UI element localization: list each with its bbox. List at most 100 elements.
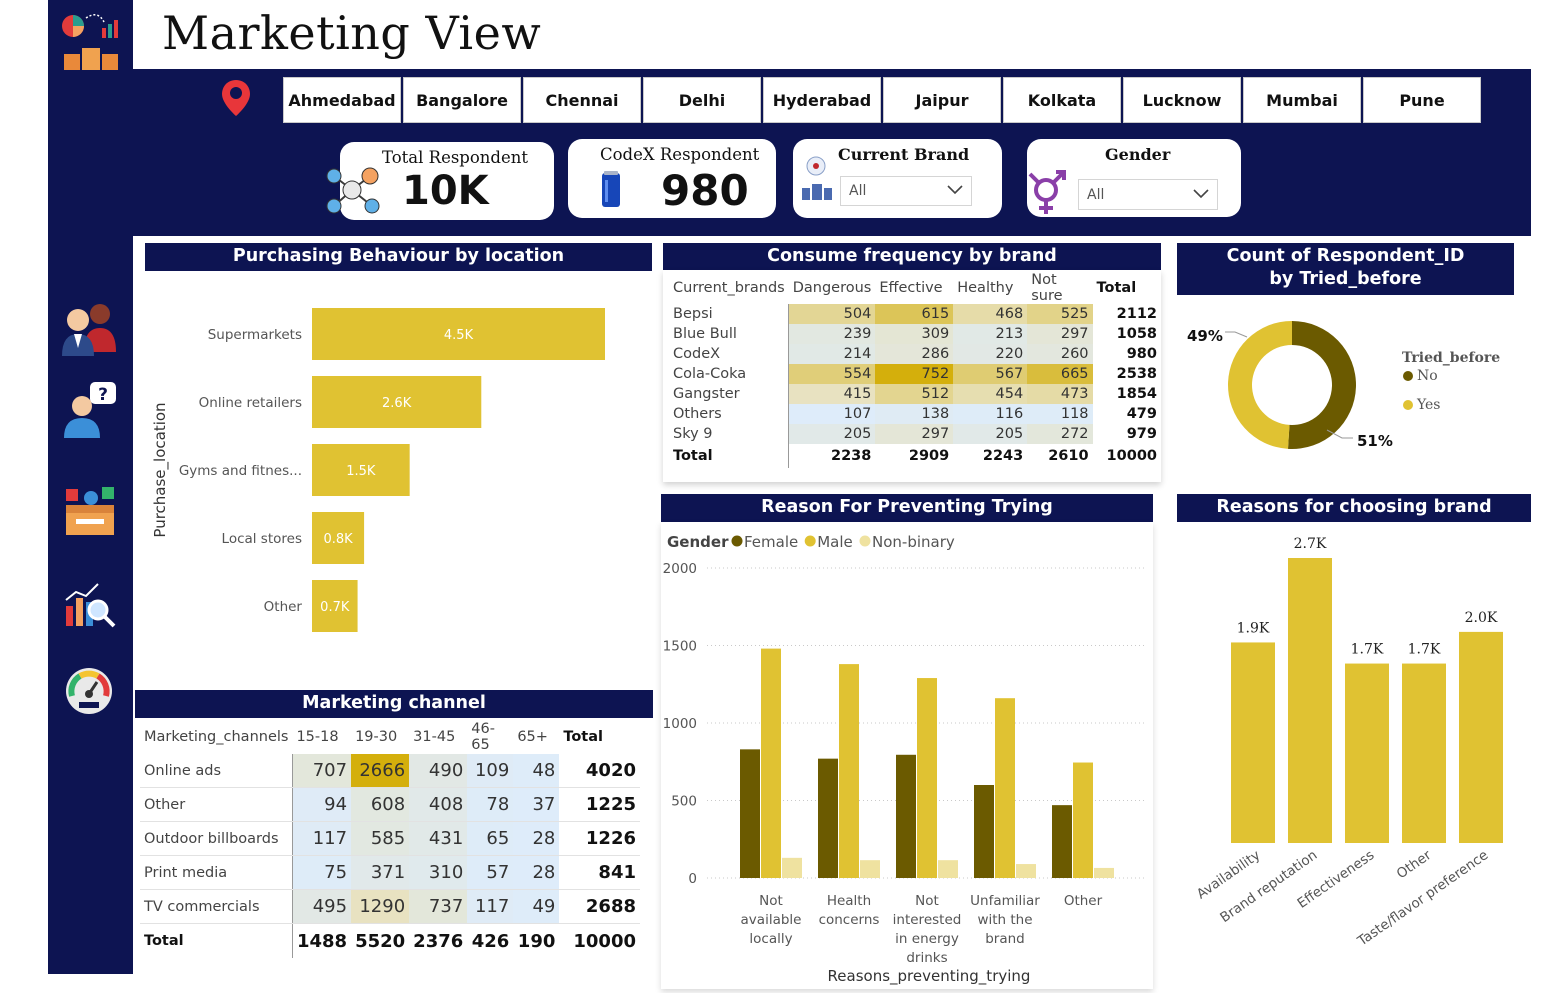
- legend-marker: [731, 535, 743, 547]
- table-header-row: Marketing_channels 15-18 19-30 31-45 46-65 65…: [140, 720, 640, 754]
- table-total-row: Total 2238 2909 2243 2610 10000: [669, 444, 1161, 468]
- table-cell: 37: [513, 787, 560, 822]
- gender-symbol-icon: [1026, 170, 1070, 218]
- choosing-bar[interactable]: [1288, 558, 1332, 843]
- table-row[interactable]: CodeX 214 286 220 260 980: [669, 344, 1161, 364]
- table-cell: 468: [953, 304, 1028, 324]
- city-button-mumbai[interactable]: Mumbai: [1243, 77, 1361, 123]
- table-row[interactable]: Online ads 707 2666 490 109 48 4020: [140, 754, 640, 788]
- chevron-down-icon: [1193, 187, 1209, 203]
- city-button-pune[interactable]: Pune: [1363, 77, 1481, 123]
- preventing-bar[interactable]: [938, 860, 958, 878]
- purchasing-category-label: Online retailers: [199, 395, 302, 411]
- legend-marker: [804, 535, 816, 547]
- choosing-bar[interactable]: [1402, 663, 1446, 843]
- donut-slice-yes[interactable]: [1228, 321, 1292, 449]
- donut-slice-no[interactable]: [1287, 321, 1356, 449]
- y-tick-label: 1500: [663, 639, 697, 655]
- choosing-bar[interactable]: [1459, 631, 1503, 843]
- table-header-cell[interactable]: Healthy: [953, 272, 1027, 304]
- purchasing-data-label: 0.8K: [323, 532, 353, 547]
- legend-marker: [859, 535, 871, 547]
- preventing-bar[interactable]: [761, 648, 781, 878]
- table-cell: 585: [351, 821, 410, 856]
- table-row[interactable]: Other 94 608 408 78 37 1225: [140, 787, 640, 822]
- total-respondent-label: Total Respondent: [382, 148, 529, 167]
- table-cell: 737: [409, 889, 468, 924]
- table-header-cell[interactable]: Dangerous: [789, 272, 876, 304]
- nav-voting-box-icon[interactable]: [62, 485, 118, 539]
- legend-marker: [1403, 400, 1413, 410]
- table-row[interactable]: Print media 75 371 310 57 28 841: [140, 855, 640, 890]
- purchasing-category-label: Supermarkets: [208, 327, 302, 343]
- preventing-bar[interactable]: [1073, 762, 1093, 878]
- table-header-cell[interactable]: Current_brands: [669, 272, 789, 304]
- gender-dropdown[interactable]: All: [1078, 179, 1218, 210]
- table-row[interactable]: Blue Bull 239 309 213 297 1058: [669, 324, 1161, 344]
- preventing-bar[interactable]: [818, 758, 838, 878]
- table-row[interactable]: TV commercials 495 1290 737 117 49 2688: [140, 889, 640, 924]
- preventing-bar[interactable]: [995, 698, 1015, 878]
- page-title: Marketing View: [162, 6, 542, 60]
- table-row[interactable]: Outdoor billboards 117 585 431 65 28 1226: [140, 821, 640, 856]
- preventing-legend-item: Female: [744, 533, 798, 551]
- table-header-cell[interactable]: Not sure: [1027, 272, 1092, 304]
- table-cell: 1058: [1116, 326, 1157, 342]
- city-button-delhi[interactable]: Delhi: [643, 77, 761, 123]
- preventing-bar[interactable]: [1052, 805, 1072, 878]
- table-header-cell[interactable]: Total: [1093, 272, 1161, 304]
- choosing-bar[interactable]: [1345, 663, 1389, 843]
- table-header-cell[interactable]: 65+: [513, 720, 559, 754]
- table-row[interactable]: Gangster 415 512 454 473 1854: [669, 384, 1161, 404]
- city-button-jaipur[interactable]: Jaipur: [883, 77, 1001, 123]
- nav-gauge-icon[interactable]: [64, 666, 114, 716]
- table-cell: 980: [1126, 346, 1157, 362]
- table-header-cell[interactable]: Effective: [875, 272, 953, 304]
- nav-people-icon[interactable]: [60, 300, 120, 358]
- current-brand-dropdown[interactable]: All: [840, 176, 972, 206]
- table-row[interactable]: Bepsi 504 615 468 525 2112: [669, 304, 1161, 324]
- table-cell: 116: [953, 404, 1028, 424]
- choosing-bar[interactable]: [1231, 642, 1275, 843]
- city-button-ahmedabad[interactable]: Ahmedabad: [283, 77, 401, 123]
- city-button-lucknow[interactable]: Lucknow: [1123, 77, 1241, 123]
- table-row[interactable]: Others 107 138 116 118 479: [669, 404, 1161, 424]
- y-tick-label: 0: [688, 871, 697, 887]
- total-cell: 2376: [413, 930, 464, 952]
- table-header-cell[interactable]: 31-45: [409, 720, 467, 754]
- preventing-bar[interactable]: [839, 664, 859, 878]
- table-cell: 214: [788, 344, 876, 364]
- table-cell: 310: [409, 855, 468, 890]
- table-header-cell[interactable]: Total: [559, 720, 640, 754]
- table-cell: 138: [875, 404, 954, 424]
- preventing-bar[interactable]: [896, 754, 916, 878]
- preventing-bar[interactable]: [917, 678, 937, 878]
- city-button-kolkata[interactable]: Kolkata: [1003, 77, 1121, 123]
- table-cell: 2538: [1116, 366, 1157, 382]
- preventing-bar[interactable]: [782, 857, 802, 878]
- table-cell: 415: [788, 384, 876, 404]
- nav-analytics-icon[interactable]: [62, 580, 118, 630]
- donut-label-yes: 49%: [1187, 327, 1223, 345]
- marketing-table: Marketing_channels 15-18 19-30 31-45 46-65 65…: [140, 720, 640, 958]
- preventing-bar[interactable]: [1016, 864, 1036, 878]
- city-button-bangalore[interactable]: Bangalore: [403, 77, 521, 123]
- table-cell: 48: [513, 754, 560, 788]
- city-button-chennai[interactable]: Chennai: [523, 77, 641, 123]
- nav-question-person-icon[interactable]: ?: [60, 380, 120, 440]
- consume-table-wrap: Current_brands Dangerous Effective Healthy N…: [663, 270, 1161, 482]
- preventing-bar[interactable]: [1094, 867, 1114, 878]
- total-cell: 426: [471, 930, 510, 952]
- x-category-label: concerns: [819, 912, 880, 928]
- table-header-cell[interactable]: 19-30: [351, 720, 409, 754]
- preventing-bar[interactable]: [860, 860, 880, 878]
- table-header-cell[interactable]: 46-65: [467, 720, 513, 754]
- table-header-cell[interactable]: Marketing_channels: [140, 720, 292, 754]
- table-header-cell[interactable]: 15-18: [292, 720, 351, 754]
- table-row[interactable]: Cola-Coka 554 752 567 665 2538: [669, 364, 1161, 384]
- table-row[interactable]: Sky 9 205 297 205 272 979: [669, 424, 1161, 444]
- preventing-bar[interactable]: [740, 749, 760, 878]
- preventing-bar[interactable]: [974, 785, 994, 878]
- table-cell: 57: [467, 855, 514, 890]
- city-button-hyderabad[interactable]: Hyderabad: [763, 77, 881, 123]
